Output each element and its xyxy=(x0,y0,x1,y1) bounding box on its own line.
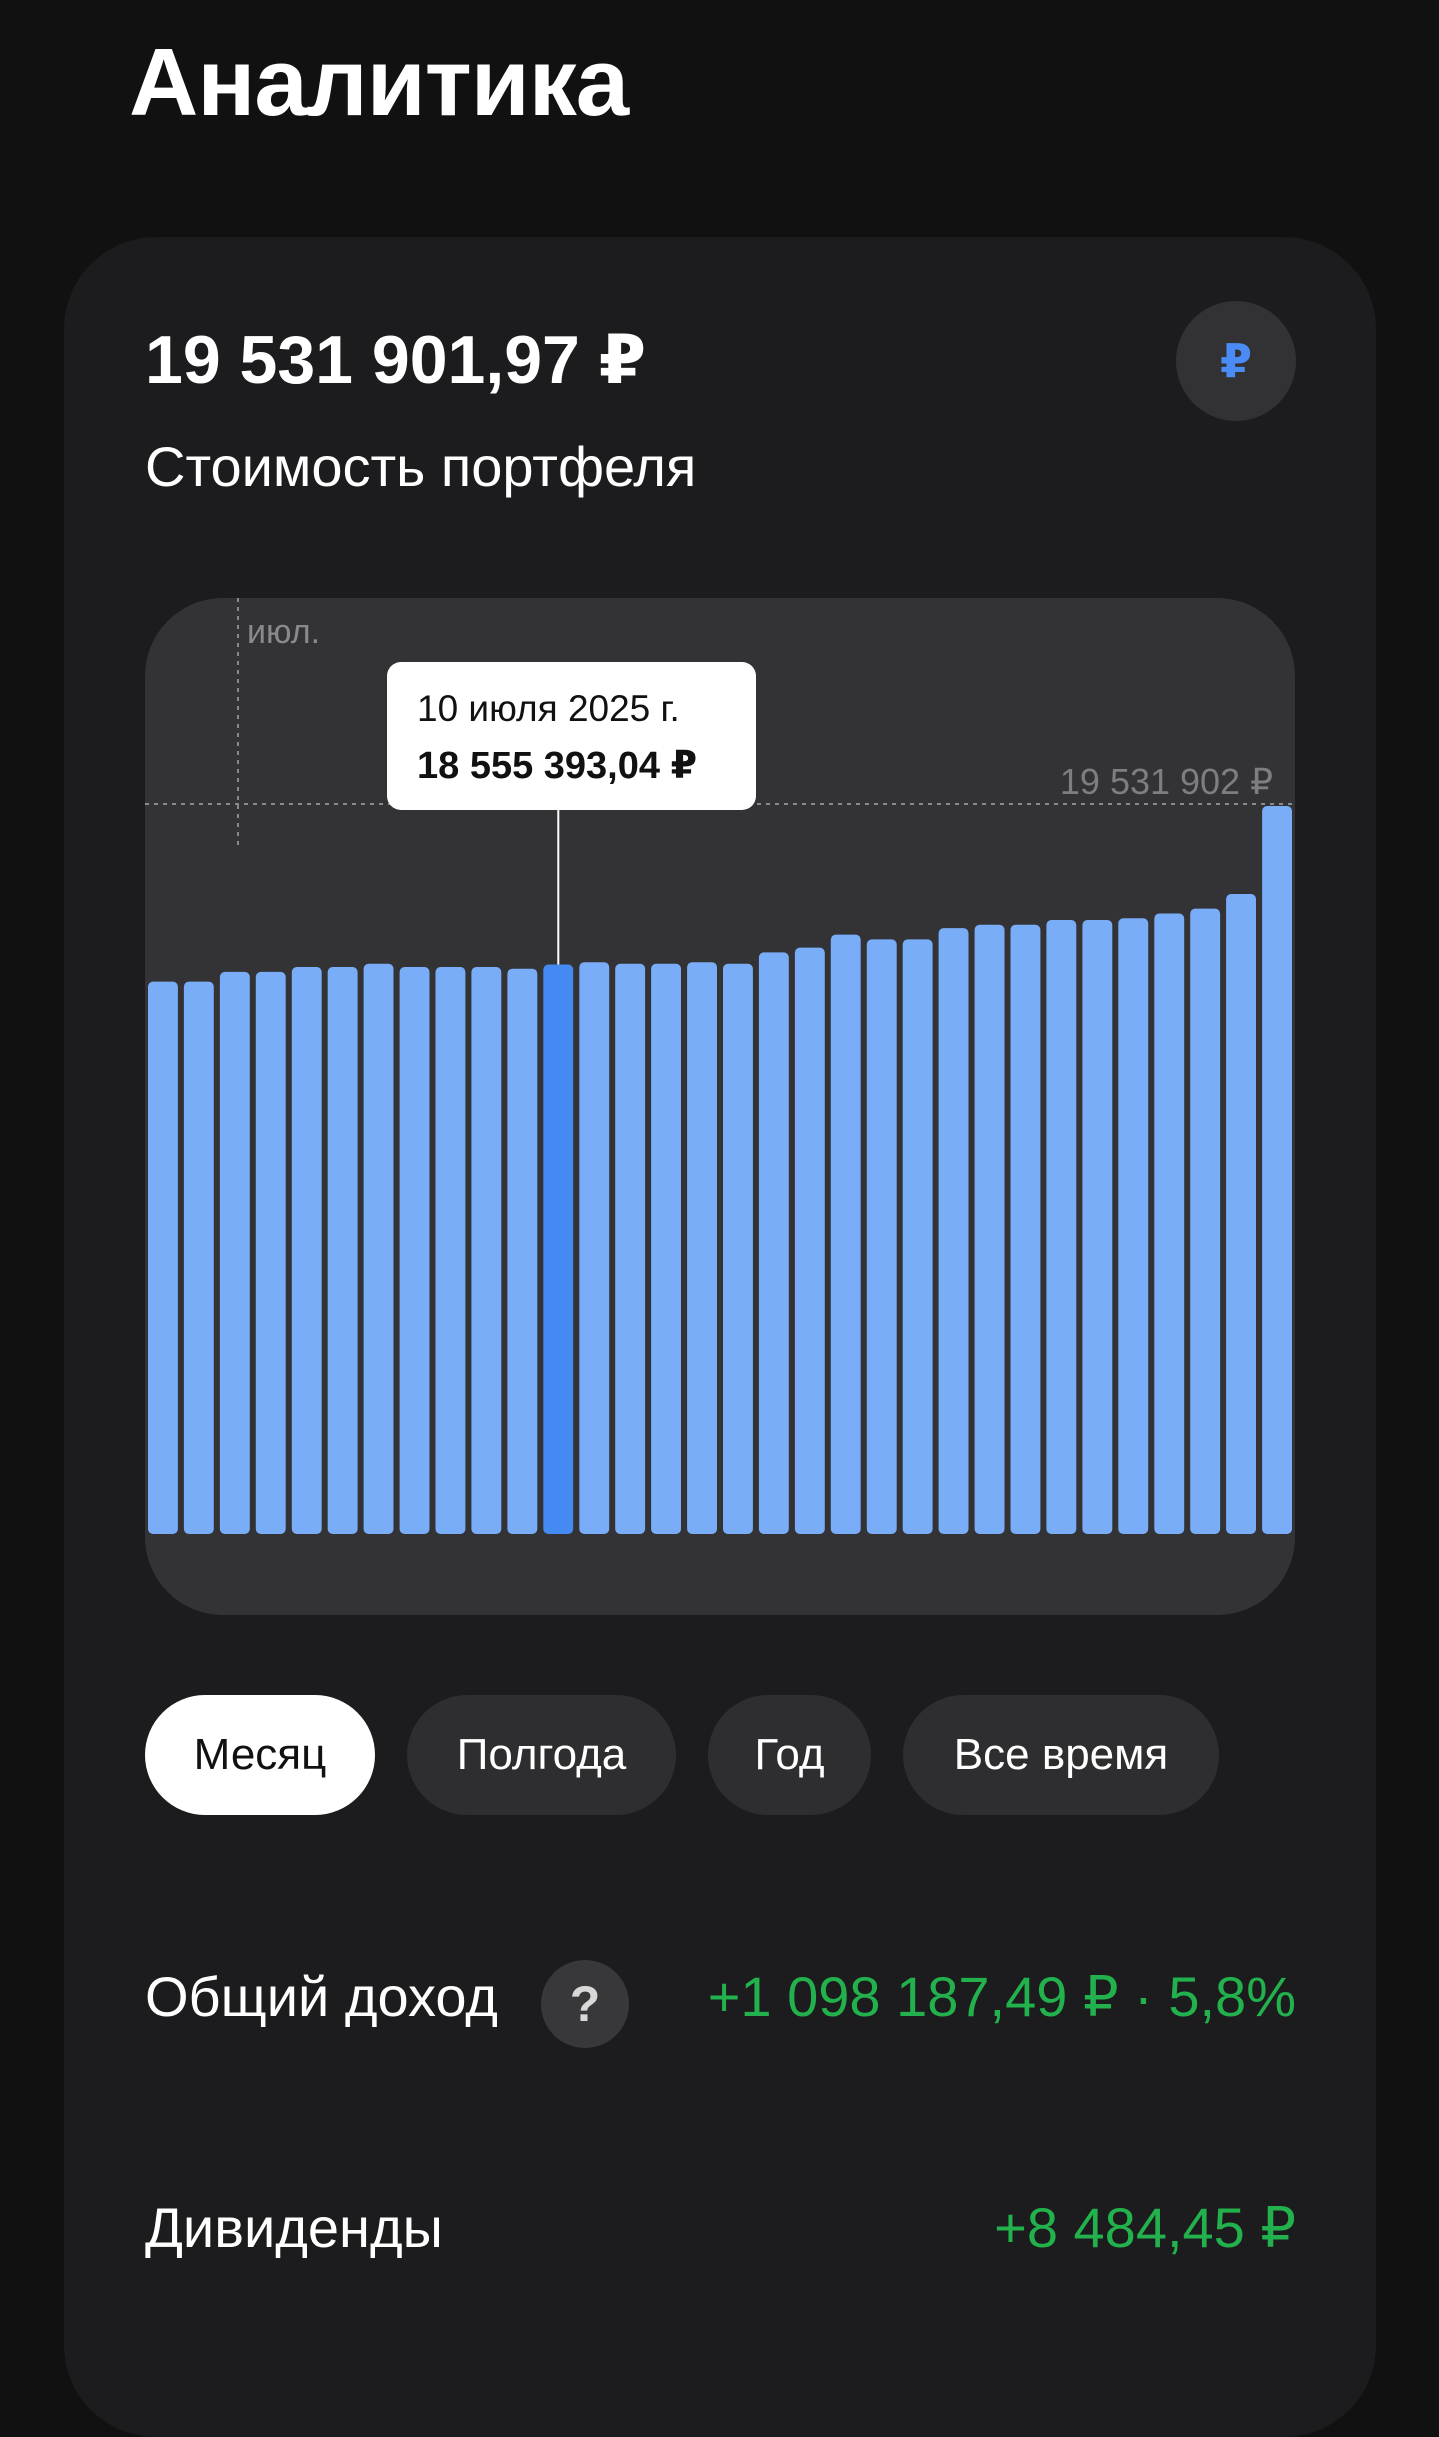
portfolio-total-label: Стоимость портфеля xyxy=(145,435,697,498)
chart-bar[interactable] xyxy=(507,968,538,1534)
chart-bar[interactable] xyxy=(363,963,394,1534)
chart-bar[interactable] xyxy=(794,947,825,1534)
chart-bar[interactable] xyxy=(399,967,430,1534)
help-icon[interactable]: ? xyxy=(541,1960,629,2048)
chart-bar[interactable] xyxy=(758,952,789,1534)
currency-switch-button[interactable]: ₽ xyxy=(1176,301,1296,421)
chart-bar[interactable] xyxy=(327,967,358,1534)
chart-bar[interactable] xyxy=(830,934,861,1534)
chart-bar[interactable] xyxy=(938,928,969,1534)
chart-bar[interactable] xyxy=(291,967,322,1534)
max-value-label: 19 531 902 ₽ xyxy=(1060,761,1273,802)
dividends-value: +8 484,45 ₽ xyxy=(994,2196,1296,2259)
chart-bar[interactable] xyxy=(687,962,717,1534)
chart-bar[interactable] xyxy=(579,962,610,1534)
chart-bar[interactable] xyxy=(219,971,250,1534)
chart-bar[interactable] xyxy=(902,939,933,1534)
period-month-button[interactable]: Месяц xyxy=(145,1695,375,1815)
tooltip-value: 18 555 393,04 ₽ xyxy=(417,745,698,787)
chart-bar[interactable] xyxy=(1262,806,1292,1534)
chart-bar[interactable] xyxy=(866,939,897,1534)
chart-tooltip: 10 июля 2025 г. 18 555 393,04 ₽ xyxy=(387,662,756,810)
total-income-label: Общий доход xyxy=(145,1965,498,2028)
chart-bar[interactable] xyxy=(1010,924,1041,1534)
chart-bar[interactable] xyxy=(148,981,178,1534)
chart-bar[interactable] xyxy=(1226,894,1256,1534)
period-year-button[interactable]: Год xyxy=(708,1695,871,1815)
month-label: июл. xyxy=(247,613,320,651)
chart-bar[interactable] xyxy=(974,924,1005,1534)
period-halfyear-button[interactable]: Полгода xyxy=(407,1695,676,1815)
total-income-value: +1 098 187,49 ₽ · 5,8% xyxy=(707,1965,1296,2028)
chart-bar[interactable] xyxy=(471,967,502,1534)
ruble-icon: ₽ xyxy=(1219,335,1252,387)
chart-bar[interactable] xyxy=(1046,920,1077,1534)
chart-bar[interactable] xyxy=(1118,918,1149,1534)
page-title: Аналитика xyxy=(129,29,629,136)
chart-bar[interactable] xyxy=(615,963,646,1534)
chart-bar-selected[interactable] xyxy=(543,964,574,1535)
portfolio-total-value: 19 531 901,97 ₽ xyxy=(145,322,647,398)
chart-bar[interactable] xyxy=(1082,920,1113,1534)
chart-bar[interactable] xyxy=(1190,908,1221,1534)
chart-bar[interactable] xyxy=(183,981,214,1534)
chart-bar[interactable] xyxy=(723,963,753,1534)
chart-bar[interactable] xyxy=(255,971,286,1534)
tooltip-date: 10 июля 2025 г. xyxy=(417,688,680,729)
chart-bar[interactable] xyxy=(651,963,681,1534)
period-alltime-button[interactable]: Все время xyxy=(903,1695,1219,1815)
chart-bar[interactable] xyxy=(435,967,466,1534)
chart-bar[interactable] xyxy=(1154,913,1185,1535)
dividends-label: Дивиденды xyxy=(145,2196,443,2259)
